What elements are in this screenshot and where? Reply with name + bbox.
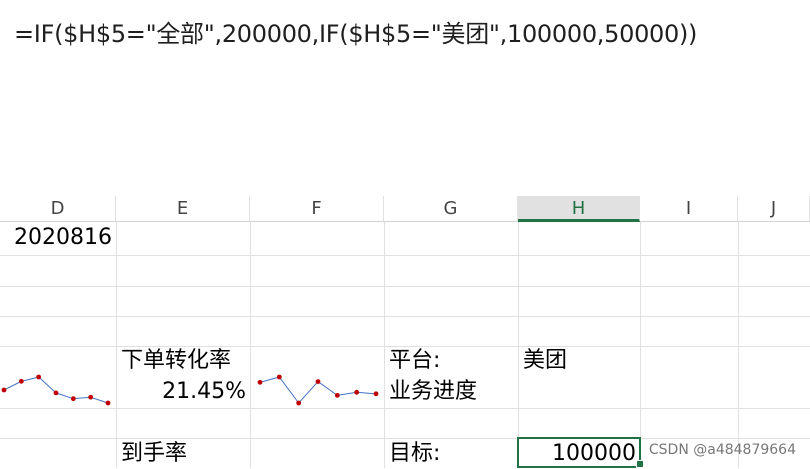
gridline bbox=[116, 222, 117, 468]
gridline bbox=[640, 222, 641, 468]
gridline bbox=[0, 286, 810, 287]
gridline bbox=[384, 222, 385, 468]
sparkline-d-marker-2 bbox=[36, 374, 42, 380]
gridline bbox=[518, 222, 519, 468]
sparkline-f-marker-5 bbox=[354, 389, 360, 395]
gridline bbox=[250, 222, 251, 468]
sparkline-d-marker-3 bbox=[53, 390, 59, 396]
cell-e5[interactable]: 下单转化率 bbox=[121, 346, 231, 376]
sparkline-d-marker-0 bbox=[1, 387, 7, 393]
column-header-f[interactable]: F bbox=[250, 196, 384, 222]
sparkline-f-marker-0 bbox=[257, 379, 263, 385]
fill-handle[interactable] bbox=[636, 460, 644, 468]
gridline bbox=[738, 222, 739, 468]
column-header-g[interactable]: G bbox=[384, 196, 518, 222]
sparkline-d-marker-5 bbox=[88, 394, 94, 400]
cell-h5[interactable]: 美团 bbox=[523, 346, 567, 376]
column-header-e[interactable]: E bbox=[116, 196, 250, 222]
cell-h8[interactable]: 100000 bbox=[518, 439, 636, 469]
sparkline-f-marker-3 bbox=[315, 379, 321, 384]
sparkline-f-marker-1 bbox=[276, 374, 282, 380]
cell-e6[interactable]: 21.45% bbox=[116, 377, 246, 407]
cell-g6[interactable]: 业务进度 bbox=[389, 377, 477, 407]
column-header-h[interactable]: H bbox=[518, 196, 640, 222]
sparkline-d-marker-4 bbox=[70, 396, 76, 402]
cell-e8[interactable]: 到手率 bbox=[121, 439, 187, 469]
column-header-i[interactable]: I bbox=[640, 196, 738, 222]
gridline bbox=[0, 255, 810, 256]
watermark-text: CSDN @a484879664 bbox=[648, 442, 796, 458]
formula-text[interactable]: =IF($H$5="全部",200000,IF($H$5="美团",100000… bbox=[14, 14, 697, 49]
column-header-d[interactable]: D bbox=[0, 196, 116, 222]
sparkline-d bbox=[1, 374, 111, 406]
sparkline-f bbox=[257, 374, 379, 406]
cell-g5[interactable]: 平台: bbox=[389, 346, 440, 376]
cell-d1[interactable]: 2020816 bbox=[0, 223, 112, 253]
column-header-j[interactable]: J bbox=[738, 196, 810, 222]
sparkline-f-marker-4 bbox=[334, 392, 340, 398]
sparkline-f-marker-2 bbox=[296, 400, 302, 406]
sparkline-f-marker-6 bbox=[373, 391, 379, 397]
sparkline-d-marker-6 bbox=[105, 400, 111, 406]
cell-g8[interactable]: 目标: bbox=[389, 439, 440, 469]
spreadsheet-grid[interactable]: D E F G H I J 2020816 下单转化率 21.45% 平台: 美… bbox=[0, 178, 810, 468]
formula-bar[interactable]: =IF($H$5="全部",200000,IF($H$5="美团",100000… bbox=[0, 0, 810, 178]
gridline bbox=[0, 408, 810, 409]
gridline bbox=[0, 316, 810, 317]
sparkline-d-marker-1 bbox=[18, 378, 24, 384]
